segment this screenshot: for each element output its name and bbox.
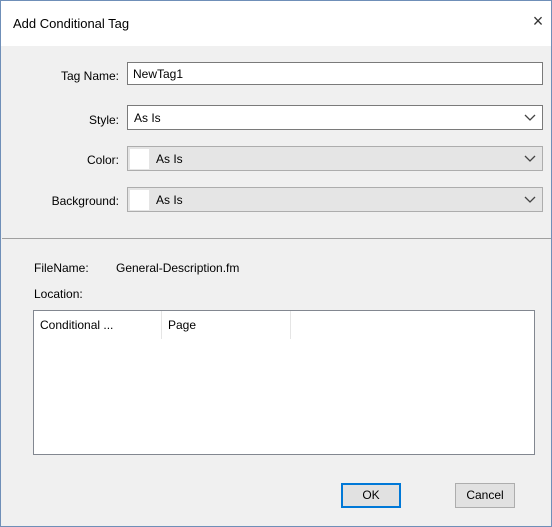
add-conditional-tag-dialog: Add Conditional Tag × Tag Name: NewTag1 … xyxy=(0,0,552,527)
chevron-down-icon xyxy=(524,155,536,162)
chevron-down-icon xyxy=(524,196,536,203)
cancel-button[interactable]: Cancel xyxy=(455,483,515,508)
background-value: As Is xyxy=(156,193,183,207)
background-dropdown[interactable]: As Is xyxy=(127,187,543,212)
color-value: As Is xyxy=(156,152,183,166)
title-bar: Add Conditional Tag × xyxy=(1,1,551,46)
style-label: Style: xyxy=(88,113,119,127)
chevron-down-icon xyxy=(524,114,536,121)
style-dropdown[interactable]: As Is xyxy=(127,105,543,130)
separator-line xyxy=(2,238,551,239)
tag-name-input[interactable]: NewTag1 xyxy=(127,62,543,85)
column-header-conditional[interactable]: Conditional ... xyxy=(34,311,162,339)
close-icon[interactable]: × xyxy=(528,11,548,31)
location-list[interactable]: Conditional ... Page xyxy=(33,310,535,455)
filename-label: FileName: xyxy=(34,261,89,275)
column-header-page[interactable]: Page xyxy=(162,311,291,339)
color-dropdown[interactable]: As Is xyxy=(127,146,543,171)
background-swatch xyxy=(130,190,149,210)
location-label: Location: xyxy=(34,287,83,301)
background-label: Background: xyxy=(51,194,119,208)
color-swatch xyxy=(130,149,149,169)
tag-name-label: Tag Name: xyxy=(60,69,119,83)
ok-button[interactable]: OK xyxy=(341,483,401,508)
dialog-title: Add Conditional Tag xyxy=(13,16,130,31)
style-value: As Is xyxy=(134,111,161,125)
color-label: Color: xyxy=(86,153,119,167)
filename-value: General-Description.fm xyxy=(116,261,240,275)
